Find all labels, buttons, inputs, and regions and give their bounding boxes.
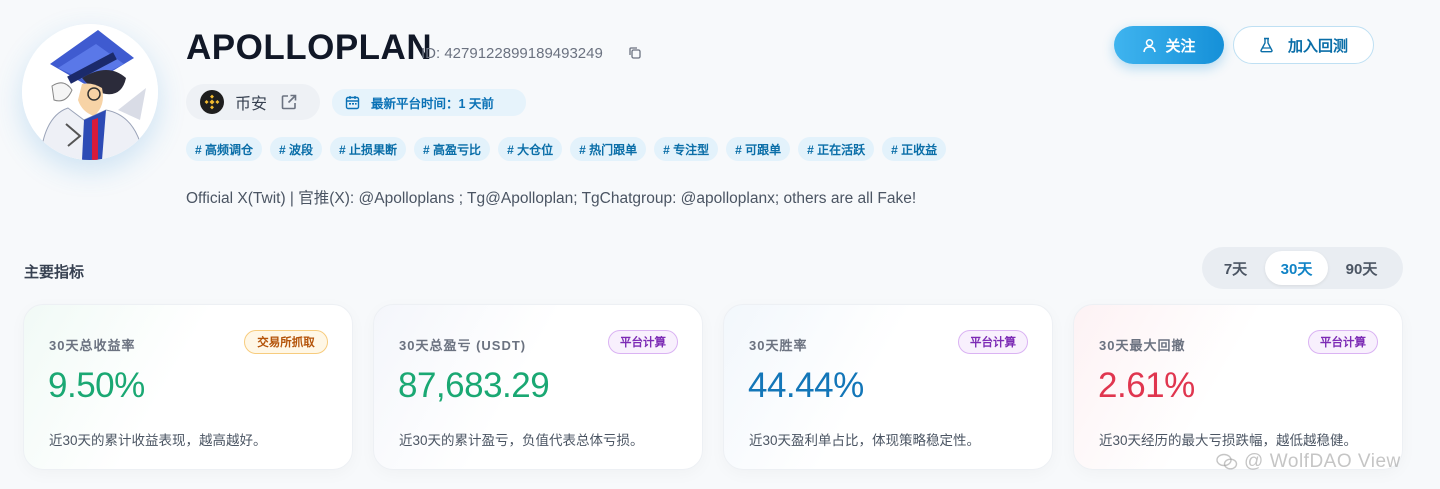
user-icon	[1143, 38, 1157, 52]
follow-button[interactable]: 关注	[1114, 26, 1224, 64]
last-platform-time: 最新平台时间：1 天前	[371, 97, 494, 111]
copy-icon[interactable]	[628, 46, 642, 60]
follow-label: 关注	[1165, 37, 1196, 55]
external-link-icon	[281, 94, 297, 110]
metric-value: 9.50%	[48, 366, 145, 405]
tag: # 波段	[270, 137, 323, 161]
binance-logo-icon	[200, 90, 224, 114]
tag: # 可跟单	[726, 137, 791, 161]
metric-value: 44.44%	[748, 366, 864, 405]
tag: # 大仓位	[498, 137, 563, 161]
watermark: @ WolfDAO View	[1216, 451, 1401, 473]
avatar[interactable]	[22, 24, 158, 160]
metric-label: 30天胜率	[749, 338, 808, 353]
metric-description: 近30天的累计盈亏，负值代表总体亏损。	[399, 433, 644, 448]
tag: # 热门跟单	[570, 137, 647, 161]
tab-90d[interactable]: 90天	[1328, 251, 1395, 285]
metric-label: 30天总收益率	[49, 338, 136, 353]
add-to-backtest-button[interactable]: 加入回测	[1233, 26, 1374, 64]
metric-label: 30天总盈亏 (USDT)	[399, 338, 527, 353]
trader-bio: Official X(Twit) | 官推(X): @Apolloplans ;…	[186, 190, 917, 207]
tag: # 正收益	[882, 137, 947, 161]
tag: # 止损果断	[330, 137, 407, 161]
metric-label: 30天最大回撤	[1099, 338, 1186, 353]
period-tabs: 7天 30天 90天	[1202, 247, 1403, 289]
trader-id: ID: 4279122899189493249	[421, 45, 603, 62]
metric-card-win-rate: 30天胜率 平台计算 44.44% 近30天盈利单占比，体现策略稳定性。	[723, 304, 1053, 470]
tag: # 正在活跃	[798, 137, 875, 161]
metric-description: 近30天的累计收益表现，越高越好。	[49, 433, 267, 448]
exchange-name: 币安	[235, 96, 268, 113]
trader-name: APOLLOPLAN	[186, 28, 433, 67]
source-badge: 平台计算	[958, 330, 1028, 354]
metric-card-total-return: 30天总收益率 交易所抓取 9.50% 近30天的累计收益表现，越高越好。	[23, 304, 353, 470]
section-title: 主要指标	[24, 264, 85, 281]
metric-card-total-pnl: 30天总盈亏 (USDT) 平台计算 87,683.29 近30天的累计盈亏，负…	[373, 304, 703, 470]
last-platform-time-badge: 最新平台时间：1 天前	[332, 89, 526, 116]
avatar-illustration	[22, 24, 158, 160]
source-badge: 平台计算	[608, 330, 678, 354]
wechat-icon	[1216, 453, 1238, 470]
tab-7d[interactable]: 7天	[1206, 251, 1265, 285]
backtest-label: 加入回测	[1287, 37, 1348, 55]
metric-card-max-drawdown: 30天最大回撤 平台计算 2.61% 近30天经历的最大亏损跌幅，越低越稳健。	[1073, 304, 1403, 470]
tab-30d[interactable]: 30天	[1265, 251, 1328, 285]
metric-description: 近30天经历的最大亏损跌幅，越低越稳健。	[1099, 433, 1358, 448]
metric-value: 2.61%	[1098, 366, 1195, 405]
calendar-icon	[345, 96, 360, 110]
metric-value: 87,683.29	[398, 366, 550, 405]
source-badge: 交易所抓取	[244, 330, 328, 354]
source-badge: 平台计算	[1308, 330, 1378, 354]
tag: # 高盈亏比	[414, 137, 491, 161]
exchange-link[interactable]: 币安	[186, 84, 320, 120]
tag: # 专注型	[654, 137, 719, 161]
flask-icon	[1260, 37, 1273, 53]
watermark-text: WolfDAO View	[1269, 451, 1401, 472]
trader-tags: # 高频调仓 # 波段 # 止损果断 # 高盈亏比 # 大仓位 # 热门跟单 #…	[186, 137, 947, 161]
metric-description: 近30天盈利单占比，体现策略稳定性。	[749, 433, 981, 448]
tag: # 高频调仓	[186, 137, 263, 161]
